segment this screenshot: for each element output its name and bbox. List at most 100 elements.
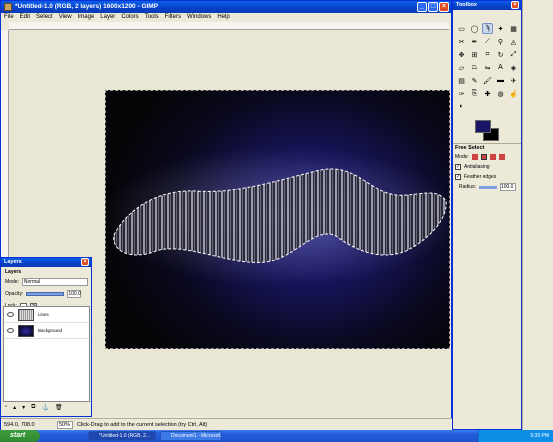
blend-icon[interactable]: ▤ <box>456 75 467 86</box>
text-icon[interactable]: A <box>495 62 506 73</box>
layers-close-button[interactable]: × <box>81 258 89 266</box>
system-tray: 9:39 PM <box>478 430 553 442</box>
add-mode-icon[interactable] <box>480 154 487 160</box>
color-area <box>473 118 501 142</box>
menu-select[interactable]: Select <box>36 13 53 22</box>
gimp-icon <box>4 3 12 11</box>
horizontal-ruler[interactable] <box>9 22 449 30</box>
opacity-row: Opacity: 100.0 <box>1 288 91 300</box>
move-icon[interactable]: ✥ <box>456 49 467 60</box>
raise-layer-icon[interactable]: ▴ <box>13 404 16 411</box>
visibility-eye-icon[interactable] <box>7 312 14 317</box>
color-picker-icon[interactable]: ⟋ <box>482 36 493 47</box>
feather-row: ✓ Feather edges <box>453 172 521 182</box>
dodge-burn-icon[interactable]: ◐ <box>456 101 467 112</box>
layers-tab-label: Layers <box>5 268 22 275</box>
airbrush-icon[interactable]: ✈ <box>508 75 519 86</box>
toolbox-titlebar[interactable]: Toolbox × <box>453 1 521 10</box>
clone-icon[interactable]: ⎘ <box>469 88 480 99</box>
close-button[interactable]: × <box>439 2 449 12</box>
delete-layer-icon[interactable]: 🗑 <box>55 404 63 411</box>
antialiasing-row: ✓ Antialiasing <box>453 162 521 172</box>
duplicate-layer-icon[interactable]: ⧉ <box>31 404 35 411</box>
image-canvas[interactable] <box>105 90 450 349</box>
anchor-layer-icon[interactable]: ⚓ <box>41 404 48 411</box>
ink-icon[interactable]: ✑ <box>456 88 467 99</box>
menu-colors[interactable]: Colors <box>121 13 138 22</box>
layers-tab[interactable]: Layers <box>1 267 91 276</box>
crop-icon[interactable]: ⌗ <box>482 49 493 60</box>
scissors-icon[interactable]: ✂ <box>456 36 467 47</box>
antialiasing-checkbox[interactable]: ✓ <box>455 164 461 170</box>
menu-layer[interactable]: Layer <box>100 13 115 22</box>
layer-row-lines[interactable]: Lines <box>4 307 89 323</box>
shear-icon[interactable]: ▱ <box>456 62 467 73</box>
menu-filters[interactable]: Filters <box>165 13 181 22</box>
ellipse-select-icon[interactable]: ◯ <box>469 23 480 34</box>
menu-help[interactable]: Help <box>217 13 229 22</box>
smudge-icon[interactable]: ☝ <box>508 88 519 99</box>
flip-icon[interactable]: ⇋ <box>482 62 493 73</box>
visibility-eye-icon[interactable] <box>7 328 14 333</box>
rect-select-icon[interactable]: ▭ <box>456 23 467 34</box>
select-mode-label: Mode: <box>455 154 469 160</box>
layer-row-background[interactable]: Background <box>4 323 89 339</box>
scale-icon[interactable]: ⤢ <box>508 49 519 60</box>
radius-slider[interactable] <box>478 185 497 189</box>
zoom-icon[interactable]: ⚲ <box>495 36 506 47</box>
heal-icon[interactable]: ✚ <box>482 88 493 99</box>
menu-image[interactable]: Image <box>78 13 95 22</box>
menu-tools[interactable]: Tools <box>145 13 159 22</box>
toolbox: Toolbox × ▭ ◯ ϡ ✦ ▦ ✂ ✒ ⟋ ⚲ ◬ ✥ ⊞ ⌗ ↻ ⤢ … <box>452 0 522 430</box>
window-title: *Untitled-1.0 (RGB, 2 layers) 1600x1200 … <box>15 3 159 10</box>
menu-file[interactable]: File <box>4 13 14 22</box>
free-select-icon[interactable]: ϡ <box>482 23 493 34</box>
measure-icon[interactable]: ◬ <box>508 36 519 47</box>
zoom-select[interactable]: 50% <box>57 421 73 429</box>
tool-options-title: Free Select <box>455 145 485 151</box>
radius-row: Radius: 100.0 <box>453 182 521 192</box>
blur-icon[interactable]: ◍ <box>495 88 506 99</box>
pencil-icon[interactable]: ✎ <box>469 75 480 86</box>
taskbar-item-gimp[interactable]: *Untitled-1.0 (RGB, 2... <box>88 431 156 441</box>
minimize-button[interactable]: _ <box>417 2 427 12</box>
menubar: File Edit Select View Image Layer Colors… <box>1 13 451 22</box>
replace-mode-icon[interactable] <box>471 154 478 160</box>
menu-view[interactable]: View <box>59 13 72 22</box>
taskbar-item-word[interactable]: Document1 - Microsof... <box>160 431 222 441</box>
layer-name: Background <box>38 328 63 333</box>
perspective-icon[interactable]: ⏢ <box>469 62 480 73</box>
menu-edit[interactable]: Edit <box>20 13 30 22</box>
fuzzy-select-icon[interactable]: ✦ <box>495 23 506 34</box>
new-layer-icon[interactable]: ▫ <box>5 404 7 411</box>
radius-field[interactable]: 100.0 <box>499 183 516 191</box>
tool-grid: ▭ ◯ ϡ ✦ ▦ ✂ ✒ ⟋ ⚲ ◬ ✥ ⊞ ⌗ ↻ ⤢ ▱ ⏢ ⇋ A ◈ … <box>456 23 520 112</box>
subtract-mode-icon[interactable] <box>489 154 496 160</box>
rotate-icon[interactable]: ↻ <box>495 49 506 60</box>
opacity-slider[interactable] <box>26 292 65 296</box>
opacity-label: Opacity: <box>5 291 24 297</box>
align-icon[interactable]: ⊞ <box>469 49 480 60</box>
toolbox-close-button[interactable]: × <box>511 1 519 9</box>
layers-dock-titlebar[interactable]: Layers × <box>1 258 91 267</box>
intersect-mode-icon[interactable] <box>498 154 505 160</box>
antialiasing-label: Antialiasing <box>464 164 490 170</box>
lower-layer-icon[interactable]: ▾ <box>22 404 25 411</box>
paths-icon[interactable]: ✒ <box>469 36 480 47</box>
layer-actions: ▫ ▴ ▾ ⧉ ⚓ 🗑 <box>5 404 63 411</box>
color-select-icon[interactable]: ▦ <box>508 23 519 34</box>
maximize-button[interactable]: □ <box>428 2 438 12</box>
layer-thumbnail <box>18 324 34 337</box>
eraser-icon[interactable]: ▬ <box>495 75 506 86</box>
bucket-fill-icon[interactable]: ◈ <box>508 62 519 73</box>
menu-windows[interactable]: Windows <box>187 13 211 22</box>
tool-options: Free Select Mode: ✓ Antialiasing ✓ Feath… <box>453 143 521 192</box>
feather-label: Feather edges <box>464 174 497 180</box>
mode-select[interactable]: Normal <box>21 278 88 286</box>
image-window-titlebar[interactable]: *Untitled-1.0 (RGB, 2 layers) 1600x1200 … <box>1 1 451 13</box>
opacity-field[interactable]: 100.0 <box>67 290 82 298</box>
paintbrush-icon[interactable]: 🖌 <box>482 75 493 86</box>
feather-checkbox[interactable]: ✓ <box>455 174 461 180</box>
start-button[interactable]: start <box>0 430 40 442</box>
foreground-color-swatch[interactable] <box>475 120 491 133</box>
